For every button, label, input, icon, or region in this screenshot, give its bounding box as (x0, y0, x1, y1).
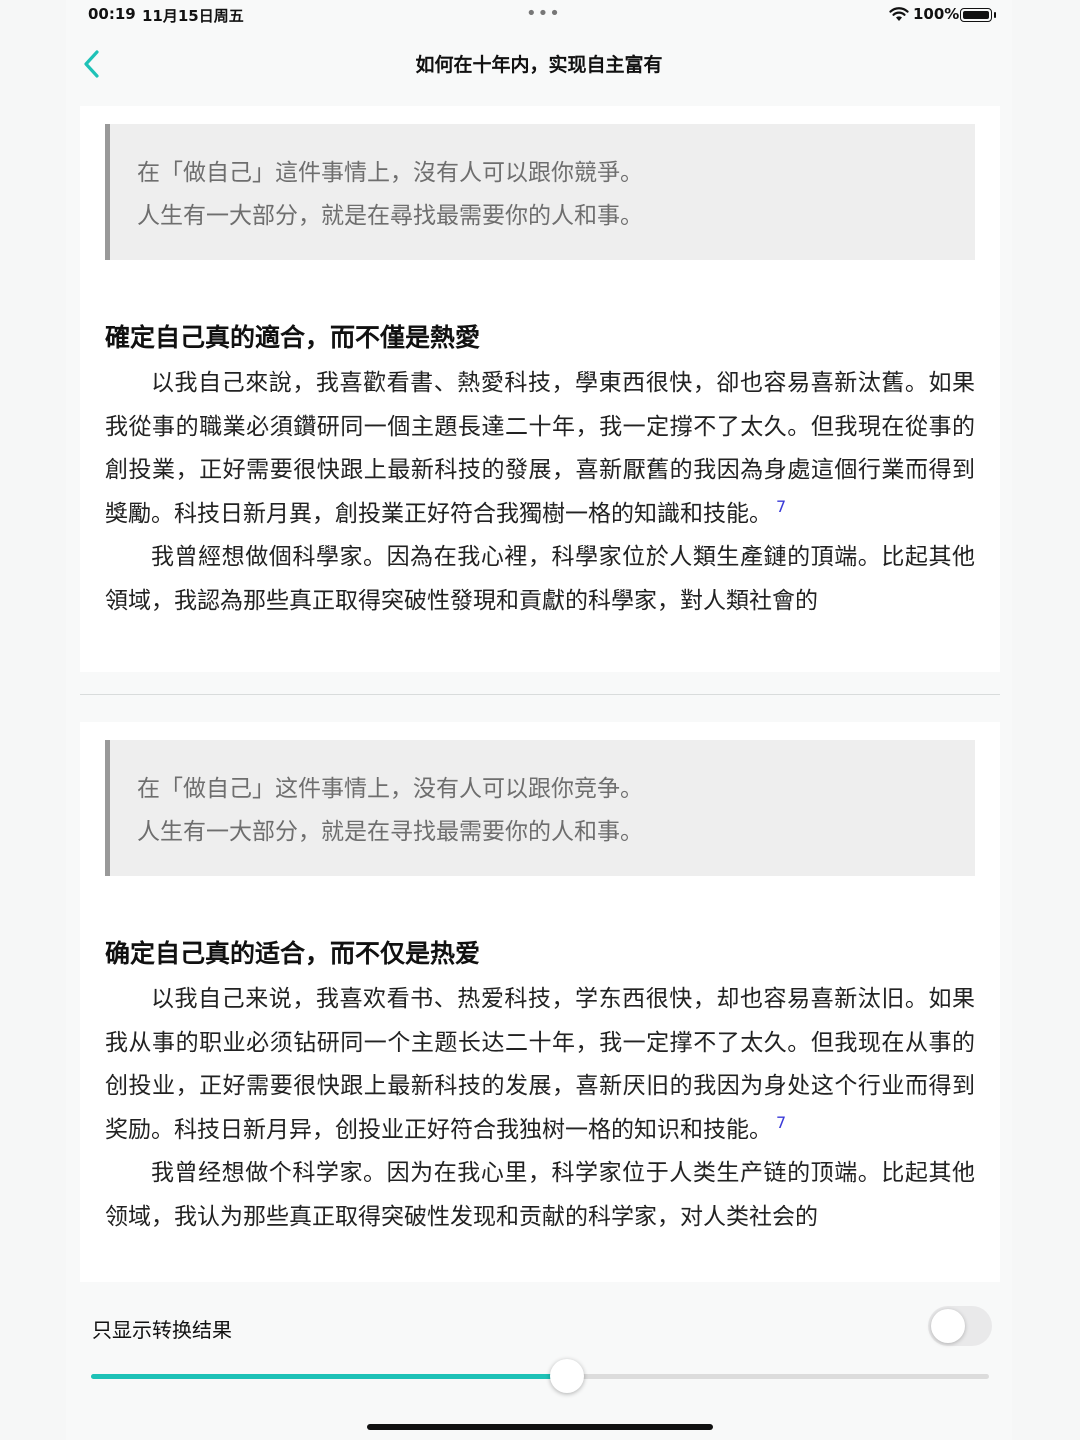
converted-text-panel[interactable]: 在「做自己」这件事情上，没有人可以跟你竞争。 人生有一大部分，就是在寻找最需要你… (80, 722, 1000, 1282)
panel-divider (80, 694, 1000, 695)
show-converted-only-toggle[interactable] (928, 1306, 992, 1346)
page-title: 如何在十年内，实现自主富有 (415, 54, 663, 76)
quote-line: 人生有一大部分，就是在尋找最需要你的人和事。 (137, 203, 643, 229)
paragraph-text: 以我自己来说，我喜欢看书、热爱科技，学东西很快，却也容易喜新汰旧。如果我从事的职… (105, 986, 975, 1143)
blockquote: 在「做自己」這件事情上，沒有人可以跟你競爭。 人生有一大部分，就是在尋找最需要你… (105, 124, 975, 260)
paragraph: 我曾經想做個科學家。因為在我心裡，科學家位於人類生產鏈的頂端。比起其他領域，我認… (105, 544, 975, 614)
toggle-knob (931, 1309, 965, 1343)
section-heading: 確定自己真的適合，而不僅是熱愛 (105, 323, 481, 352)
slider-fill (91, 1374, 567, 1379)
home-indicator[interactable] (367, 1424, 713, 1430)
quote-line: 在「做自己」这件事情上，没有人可以跟你竞争。 (137, 776, 643, 802)
original-text-panel[interactable]: 在「做自己」這件事情上，沒有人可以跟你競爭。 人生有一大部分，就是在尋找最需要你… (80, 106, 1000, 672)
multitasking-dots[interactable]: ••• (526, 3, 561, 24)
quote-line: 在「做自己」這件事情上，沒有人可以跟你競爭。 (137, 160, 643, 186)
status-bar: 00:19 11月15日周五 ••• 100% (66, 0, 1012, 32)
body-text: 以我自己來說，我喜歡看書、熱愛科技，學東西很快，卻也容易喜新汰舊。如果我從事的職… (105, 362, 975, 623)
paragraph-text: 以我自己來說，我喜歡看書、熱愛科技，學東西很快，卻也容易喜新汰舊。如果我從事的職… (105, 370, 975, 527)
battery-nub (994, 12, 996, 18)
status-date: 11月15日周五 (142, 7, 244, 25)
section-heading: 确定自己真的适合，而不仅是热爱 (105, 939, 481, 968)
status-time: 00:19 (88, 5, 136, 23)
paragraph: 我曾经想做个科学家。因为在我心里，科学家位于人类生产链的顶端。比起其他领域，我认… (105, 1160, 975, 1230)
split-slider[interactable] (91, 1359, 989, 1393)
footnote-link[interactable]: 7 (776, 497, 786, 516)
nav-bar: 如何在十年内，实现自主富有 (66, 36, 1012, 92)
battery-icon (960, 8, 992, 22)
toggle-label: 只显示转换结果 (92, 1318, 232, 1342)
wifi-icon (889, 7, 909, 21)
paragraph: 以我自己来说，我喜欢看书、热爱科技，学东西很快，却也容易喜新汰旧。如果我从事的职… (105, 978, 975, 1152)
battery-percent: 100% (913, 5, 960, 23)
slider-thumb[interactable] (549, 1359, 584, 1393)
quote-line: 人生有一大部分，就是在寻找最需要你的人和事。 (137, 819, 643, 845)
blockquote: 在「做自己」这件事情上，没有人可以跟你竞争。 人生有一大部分，就是在寻找最需要你… (105, 740, 975, 876)
footnote-link[interactable]: 7 (776, 1113, 786, 1132)
body-text: 以我自己来说，我喜欢看书、热爱科技，学东西很快，却也容易喜新汰旧。如果我从事的职… (105, 978, 975, 1239)
paragraph: 以我自己來說，我喜歡看書、熱愛科技，學東西很快，卻也容易喜新汰舊。如果我從事的職… (105, 362, 975, 536)
